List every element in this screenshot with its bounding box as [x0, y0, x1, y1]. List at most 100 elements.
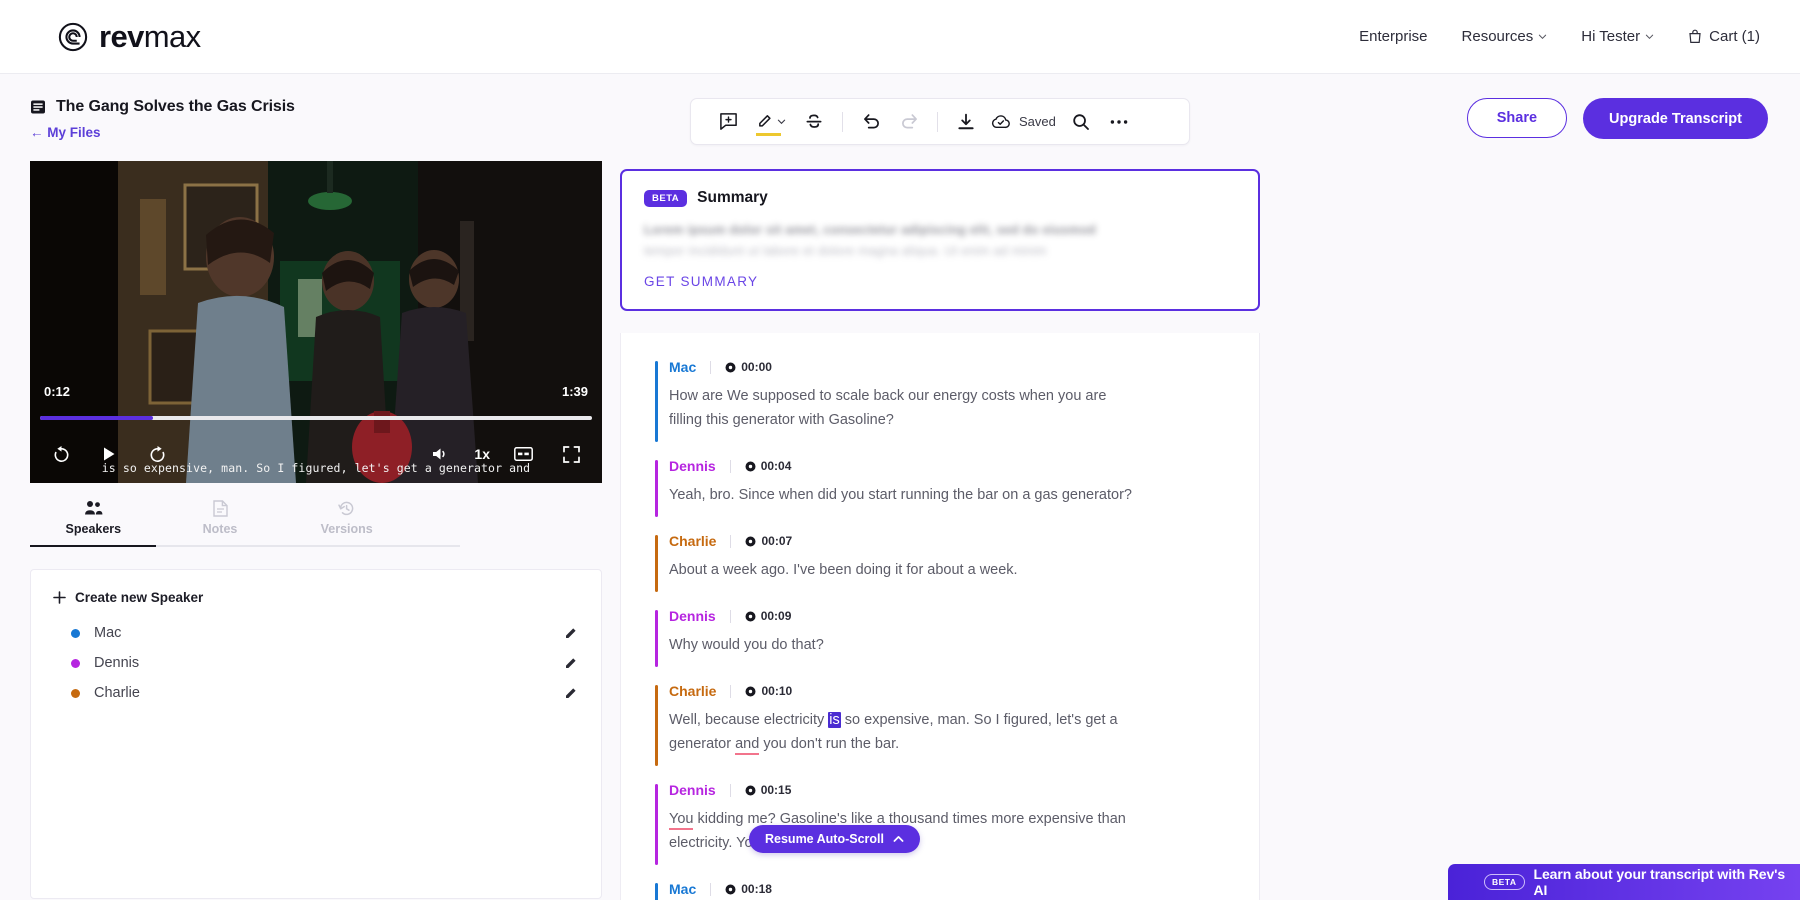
undo-button[interactable]	[852, 105, 890, 139]
playback-speed-button[interactable]: 1x	[474, 446, 490, 462]
video-progress-bar[interactable]	[40, 416, 592, 420]
transcript-segment[interactable]: Dennis 00:04 Yeah, bro. Since when did y…	[621, 458, 1259, 507]
highlighter-button[interactable]	[747, 105, 795, 139]
segment-speaker-name[interactable]: Charlie	[669, 533, 716, 549]
share-button[interactable]: Share	[1467, 98, 1567, 138]
plus-icon	[53, 591, 66, 604]
selected-word[interactable]: is	[828, 712, 840, 728]
segment-timestamp[interactable]: 00:10	[745, 684, 792, 698]
ai-learn-banner[interactable]: BETA Learn about your transcript with Re…	[1448, 864, 1800, 900]
transcript-segment[interactable]: Charlie 00:07 About a week ago. I've bee…	[621, 533, 1259, 582]
list-item[interactable]: Mac	[53, 618, 579, 648]
segment-speaker-bar	[655, 784, 658, 865]
edit-pencil-icon[interactable]	[563, 625, 579, 641]
toolbar-divider	[842, 112, 843, 132]
transcript-panel[interactable]: Mac 00:00 How are We supposed to scale b…	[620, 333, 1260, 900]
nav-resources[interactable]: Resources	[1462, 28, 1548, 45]
transcript-segment[interactable]: Mac 00:00 How are We supposed to scale b…	[621, 359, 1259, 432]
undo-icon	[862, 113, 881, 130]
versions-icon	[283, 499, 410, 517]
spellcheck-word[interactable]: and	[735, 736, 759, 755]
nav-account-label: Hi Tester	[1581, 28, 1640, 45]
summary-card: BETA Summary Lorem ipsum dolor sit amet,…	[620, 169, 1260, 311]
save-status-button[interactable]: Saved	[985, 114, 1062, 130]
segment-header: Mac 00:00	[669, 359, 1225, 375]
segment-speaker-name[interactable]: Dennis	[669, 458, 716, 474]
resume-autoscroll-button[interactable]: Resume Auto-Scroll	[749, 825, 920, 853]
nav-cart[interactable]: Cart (1)	[1688, 28, 1760, 45]
redo-button[interactable]	[890, 105, 928, 139]
segment-timestamp[interactable]: 00:00	[725, 360, 772, 374]
segment-text[interactable]: How are We supposed to scale back our en…	[669, 384, 1139, 432]
top-navigation-bar: revmax Enterprise Resources Hi Tester Ca…	[0, 0, 1800, 74]
edit-pencil-icon[interactable]	[563, 655, 579, 671]
clock-icon	[725, 362, 736, 373]
segment-text[interactable]: Why would you do that?	[669, 633, 1139, 657]
tab-versions[interactable]: Versions	[283, 493, 410, 545]
list-item[interactable]: Charlie	[53, 678, 579, 708]
create-new-speaker-button[interactable]: Create new Speaker	[53, 590, 579, 605]
segment-timestamp[interactable]: 00:07	[745, 534, 792, 548]
segment-divider	[710, 883, 711, 896]
add-comment-button[interactable]	[709, 105, 747, 139]
transcript-segment[interactable]: Mac 00:18	[621, 881, 1259, 897]
strikethrough-button[interactable]	[795, 105, 833, 139]
segment-text[interactable]: Well, because electricity is so expensiv…	[669, 708, 1139, 756]
transcript-segment[interactable]: Dennis 00:09 Why would you do that?	[621, 608, 1259, 657]
clock-icon	[745, 611, 756, 622]
upgrade-transcript-button[interactable]: Upgrade Transcript	[1583, 98, 1768, 139]
segment-timestamp[interactable]: 00:04	[745, 459, 792, 473]
save-status-label: Saved	[1019, 114, 1056, 129]
tab-notes-label: Notes	[157, 522, 284, 536]
tab-notes[interactable]: Notes	[157, 493, 284, 545]
segment-timestamp[interactable]: 00:18	[725, 882, 772, 896]
video-caption-text: is so expensive, man. So I figured, let'…	[30, 461, 602, 475]
segment-header: Charlie 00:07	[669, 533, 1225, 549]
transcript-segment[interactable]: Charlie 00:10 Well, because electricity …	[621, 683, 1259, 756]
nav-cart-label: Cart (1)	[1709, 28, 1760, 45]
nav-enterprise[interactable]: Enterprise	[1359, 28, 1427, 45]
nav-account[interactable]: Hi Tester	[1581, 28, 1654, 45]
tab-speakers[interactable]: Speakers	[30, 493, 157, 545]
spellcheck-word[interactable]: You	[669, 811, 693, 830]
redo-icon	[900, 113, 919, 130]
download-button[interactable]	[947, 105, 985, 139]
speaker-name: Charlie	[94, 685, 563, 701]
get-summary-button[interactable]: GET SUMMARY	[644, 274, 758, 289]
video-player[interactable]: 0:12 1:39	[30, 161, 602, 483]
more-options-button[interactable]	[1100, 105, 1138, 139]
edit-pencil-icon[interactable]	[563, 685, 579, 701]
fullscreen-icon	[563, 446, 580, 463]
speaker-name: Mac	[94, 625, 563, 641]
nav-enterprise-label: Enterprise	[1359, 28, 1427, 45]
segment-divider	[730, 535, 731, 548]
tabs-underline	[30, 545, 460, 547]
segment-text[interactable]: About a week ago. I've been doing it for…	[669, 558, 1139, 582]
segment-timestamp[interactable]: 00:15	[745, 783, 792, 797]
speakers-panel: Create new Speaker Mac Dennis	[30, 569, 602, 899]
speaker-color-dot	[71, 629, 80, 638]
list-item[interactable]: Dennis	[53, 648, 579, 678]
segment-speaker-name[interactable]: Dennis	[669, 782, 716, 798]
create-new-speaker-label: Create new Speaker	[75, 590, 203, 605]
search-icon	[1072, 113, 1090, 131]
brand-bold: rev	[99, 19, 144, 54]
segment-divider	[730, 460, 731, 473]
search-button[interactable]	[1062, 105, 1100, 139]
segment-speaker-name[interactable]: Mac	[669, 359, 696, 375]
strikethrough-icon	[805, 113, 823, 131]
segment-speaker-name[interactable]: Dennis	[669, 608, 716, 624]
back-to-my-files-link[interactable]: ← My Files	[30, 125, 101, 140]
speaker-color-dot	[71, 659, 80, 668]
segment-speaker-bar	[655, 460, 658, 517]
segment-speaker-name[interactable]: Charlie	[669, 683, 716, 699]
segment-time-label: 00:07	[761, 534, 792, 548]
highlighter-color-swatch	[756, 133, 781, 136]
segment-timestamp[interactable]: 00:09	[745, 609, 792, 623]
segment-text[interactable]: Yeah, bro. Since when did you start runn…	[669, 483, 1139, 507]
toolbar-divider	[937, 112, 938, 132]
clock-icon	[745, 785, 756, 796]
brand-logo[interactable]: revmax	[58, 19, 201, 55]
segment-speaker-name[interactable]: Mac	[669, 881, 696, 897]
transcript-segment[interactable]: Dennis 00:15 You kidding me? Gasoline's …	[621, 782, 1259, 855]
